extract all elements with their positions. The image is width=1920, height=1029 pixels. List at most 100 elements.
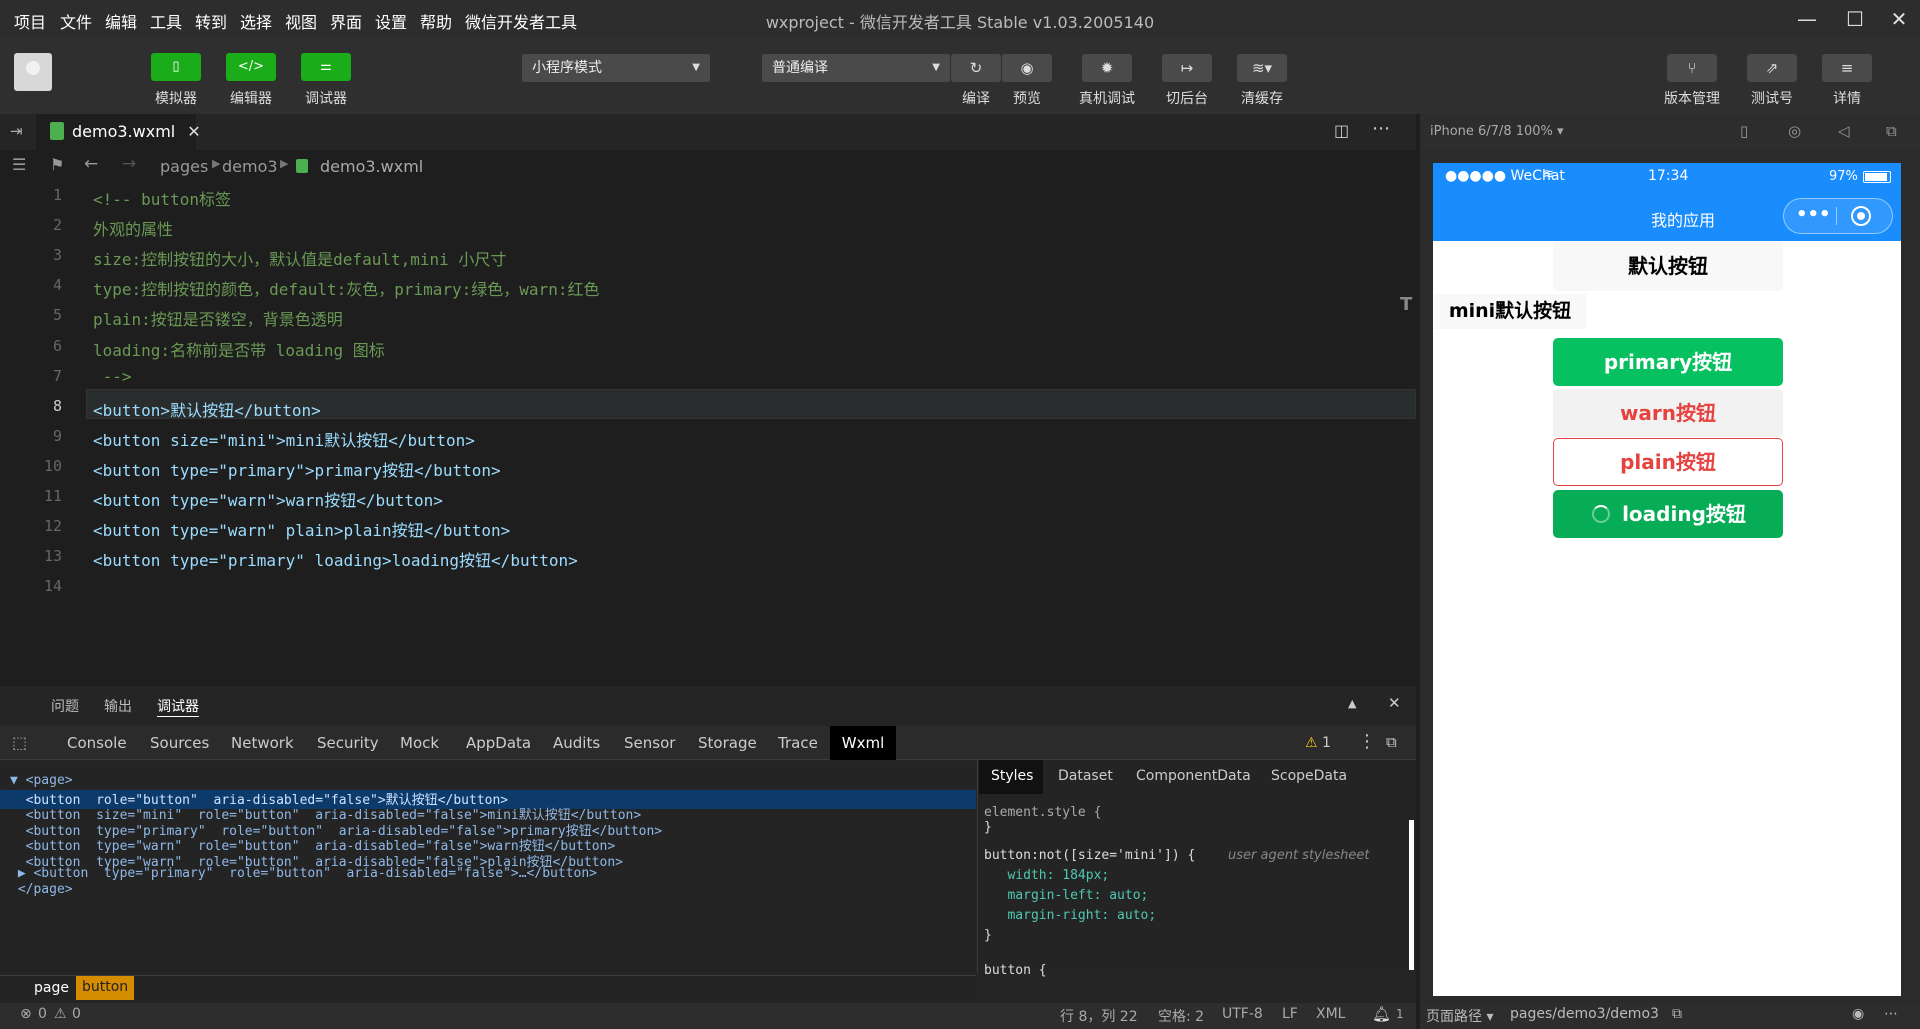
dom-node-page[interactable]: ▼ <page>	[10, 773, 73, 788]
popout-icon[interactable]: ⧉	[1886, 122, 1897, 140]
phone-icon[interactable]: ▯	[1740, 122, 1748, 140]
primary-button[interactable]: primary按钮	[1553, 338, 1783, 386]
warning-outline-icon: ⚠	[54, 1006, 67, 1022]
code-line: type:控制按钮的颜色，default:灰色，primary:绿色，warn:…	[93, 280, 600, 300]
maximize-icon[interactable]: ☐	[1840, 4, 1870, 34]
encoding[interactable]: UTF-8	[1222, 1006, 1263, 1022]
line-number: 11	[43, 487, 62, 505]
undock-icon[interactable]: ⧉	[1386, 733, 1397, 751]
tab-scopedata[interactable]: ScopeData	[1271, 768, 1347, 784]
tab-sensor[interactable]: Sensor	[624, 734, 675, 752]
volume-icon[interactable]: ◁	[1838, 122, 1850, 140]
line-number: 7	[52, 366, 62, 385]
test-account-button[interactable]: ⇗	[1747, 54, 1797, 82]
tab-dataset[interactable]: Dataset	[1058, 768, 1113, 784]
debugger-label: 调试器	[305, 91, 347, 107]
line-number: 9	[52, 426, 62, 445]
minimize-icon[interactable]: —	[1792, 4, 1822, 34]
device-select[interactable]: iPhone 6/7/8 100% ▾	[1430, 124, 1564, 139]
dom-breadcrumb	[0, 975, 976, 1003]
warn-button[interactable]: warn按钮	[1553, 389, 1783, 437]
kebab-icon[interactable]: ⋮	[1358, 731, 1376, 752]
bookmark-icon[interactable]: ⚑	[50, 155, 64, 174]
tab-appdata[interactable]: AppData	[466, 734, 531, 752]
back-icon[interactable]: ←	[84, 154, 98, 174]
inspect-icon[interactable]: ⬚	[12, 733, 27, 752]
tab-console[interactable]: Console	[67, 734, 127, 752]
style-rule-line: margin-left: auto;	[984, 888, 1149, 903]
tab-problems[interactable]: 问题	[51, 696, 79, 716]
more-icon[interactable]: ⋯	[1884, 1006, 1898, 1022]
indent-setting[interactable]: 空格: 2	[1158, 1006, 1204, 1026]
eye-icon[interactable]: ◉	[1852, 1006, 1864, 1022]
wifi-icon: ≋	[1543, 167, 1554, 182]
clear-cache-label: 清缓存	[1241, 91, 1283, 107]
plain-button[interactable]: plain按钮	[1553, 438, 1783, 486]
warning-count[interactable]: 1	[1322, 735, 1331, 751]
crumb-button[interactable]: button	[76, 976, 135, 1000]
breadcrumb-item[interactable]: pages	[160, 157, 208, 176]
chevron-up-icon[interactable]: ▲	[1348, 697, 1356, 710]
line-ending[interactable]: LF	[1282, 1006, 1298, 1022]
close-panel-icon[interactable]: ✕	[1388, 694, 1401, 712]
battery-icon	[1863, 171, 1891, 183]
simulator-button[interactable]: ▯	[151, 53, 201, 81]
tab-security[interactable]: Security	[317, 734, 379, 752]
record-icon[interactable]: ◎	[1788, 122, 1801, 140]
editor-button[interactable]: </>	[226, 53, 276, 81]
preview-button[interactable]: ◉	[1002, 54, 1052, 82]
tab-network[interactable]: Network	[231, 734, 294, 752]
tab-audits[interactable]: Audits	[553, 734, 600, 752]
debugger-button[interactable]: ⚌	[301, 53, 351, 81]
remote-debug-button[interactable]: ✹	[1082, 54, 1132, 82]
copy-icon[interactable]: ⧉	[1672, 1006, 1682, 1022]
split-editor-icon[interactable]: ◫	[1334, 121, 1349, 140]
style-rule-line: button {	[984, 963, 1047, 978]
error-count[interactable]: 0	[38, 1006, 47, 1022]
tab-output[interactable]: 输出	[104, 696, 132, 716]
code-line: 外观的属性	[93, 220, 174, 240]
loading-spinner-icon	[1592, 505, 1610, 523]
close-miniprogram-icon[interactable]	[1851, 206, 1871, 226]
tab-componentdata[interactable]: ComponentData	[1136, 768, 1251, 784]
page-path-select[interactable]: 页面路径 ▾	[1426, 1006, 1493, 1026]
close-icon[interactable]: ✕	[187, 122, 200, 141]
tab-styles[interactable]: Styles	[991, 768, 1033, 784]
version-button[interactable]: ⑂	[1667, 54, 1717, 82]
compile-select[interactable]: 普通编译 ▼	[762, 54, 950, 82]
close-window-icon[interactable]: ✕	[1884, 4, 1914, 34]
dom-node-page[interactable]: </page>	[10, 882, 73, 897]
crumb-page[interactable]: page	[34, 980, 69, 996]
forward-icon[interactable]: →	[122, 154, 136, 174]
compile-button[interactable]: ↻	[951, 54, 1001, 82]
more-dots-icon[interactable]: •••	[1796, 204, 1831, 225]
background-button[interactable]: ↦	[1162, 54, 1212, 82]
bell-icon[interactable]: 🔔︎	[1372, 1005, 1391, 1023]
tab-wxml[interactable]: Wxml	[830, 726, 896, 760]
mode-select[interactable]: 小程序模式 ▼	[522, 54, 710, 82]
mini-default-button[interactable]: mini默认按钮	[1434, 294, 1586, 329]
cursor-position[interactable]: 行 8，列 22	[1060, 1006, 1138, 1026]
loading-button[interactable]: loading按钮	[1553, 490, 1783, 538]
tab-trace[interactable]: Trace	[778, 734, 818, 752]
collapse-sidebar-icon[interactable]: ⇥	[10, 122, 23, 140]
default-button[interactable]: 默认按钮	[1553, 241, 1783, 291]
battery-level: 97%	[1829, 169, 1858, 184]
tab-sources[interactable]: Sources	[150, 734, 209, 752]
breadcrumb-item[interactable]: demo3.wxml	[320, 157, 423, 176]
notification-count: 1	[1396, 1007, 1404, 1021]
warning-status-count[interactable]: 0	[72, 1006, 81, 1022]
avatar[interactable]	[14, 53, 52, 91]
tab-storage[interactable]: Storage	[698, 734, 757, 752]
more-icon[interactable]: ⋯	[1372, 118, 1390, 139]
styles-scrollbar[interactable]	[1409, 820, 1414, 970]
list-icon[interactable]: ☰	[12, 155, 26, 174]
simulator-status-bar	[1420, 1003, 1920, 1029]
breadcrumb-item[interactable]: demo3	[222, 157, 278, 176]
language-mode[interactable]: XML	[1316, 1006, 1345, 1022]
dom-node-button[interactable]: ▶ <button type="primary" role="button" a…	[10, 866, 597, 881]
details-button[interactable]: ≡	[1822, 54, 1872, 82]
tab-debugger[interactable]: 调试器	[157, 696, 199, 717]
tab-mock[interactable]: Mock	[400, 734, 439, 752]
clear-cache-button[interactable]: ≋▾	[1237, 54, 1287, 82]
